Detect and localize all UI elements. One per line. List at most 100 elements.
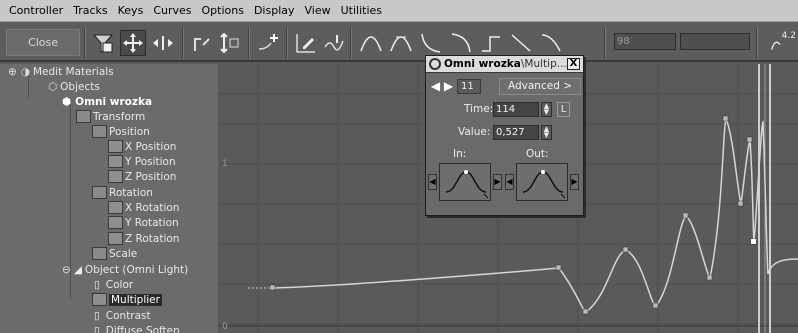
zoom-readout: 4.2 bbox=[781, 31, 796, 41]
parameter-icon: ▯ bbox=[94, 309, 100, 322]
menu-bar: Controller Tracks Keys Curves Options Di… bbox=[0, 0, 798, 22]
move-keys-icon[interactable] bbox=[120, 30, 146, 56]
menu-curves[interactable]: Curves bbox=[148, 4, 196, 17]
toolbar-divider bbox=[248, 28, 250, 58]
tree-item-z-position[interactable]: Z Position bbox=[108, 169, 176, 184]
step-tangent-icon[interactable] bbox=[478, 30, 504, 56]
out-tangent-curve-icon bbox=[522, 170, 566, 199]
tree-item-position[interactable]: Position bbox=[92, 124, 150, 139]
value-field[interactable]: 0,527 bbox=[493, 125, 539, 140]
menu-tracks[interactable]: Tracks bbox=[68, 4, 113, 17]
scale-icon bbox=[92, 247, 107, 260]
tree-item-object-omni-light[interactable]: ⊖ ◢ Object (Omni Light) bbox=[62, 262, 188, 277]
tree-item-y-rotation[interactable]: Y Rotation bbox=[108, 215, 179, 230]
tree-item-scale[interactable]: Scale bbox=[92, 246, 137, 261]
tree-item-multiplier[interactable]: Multiplier bbox=[92, 292, 162, 307]
key-number-field[interactable]: 11 bbox=[457, 79, 481, 94]
toolbar-divider bbox=[756, 28, 758, 58]
toolbar-divider bbox=[286, 28, 288, 58]
tree-item-rotation[interactable]: Rotation bbox=[92, 185, 153, 200]
time-spinner[interactable]: ▲ ▼ bbox=[541, 102, 552, 117]
toolbar: Close 98 4.2 bbox=[0, 22, 798, 62]
tree-item-x-rotation[interactable]: X Rotation bbox=[108, 200, 179, 215]
fast-tangent-icon[interactable] bbox=[418, 30, 444, 56]
scale-keys-icon[interactable] bbox=[190, 30, 216, 56]
scale-values-icon[interactable] bbox=[217, 30, 243, 56]
tree-item-y-position[interactable]: Y Position bbox=[108, 154, 176, 169]
slide-keys-icon[interactable] bbox=[150, 30, 176, 56]
light-icon: ◢ bbox=[73, 263, 82, 276]
close-icon[interactable]: X bbox=[567, 58, 580, 70]
tree-item-color[interactable]: ▯ Color bbox=[94, 277, 133, 292]
curve-track-icon bbox=[108, 216, 123, 229]
menu-options[interactable]: Options bbox=[197, 4, 249, 17]
menu-view[interactable]: View bbox=[300, 4, 336, 17]
curve-track-icon bbox=[108, 232, 123, 245]
slow-tangent-icon[interactable] bbox=[448, 30, 474, 56]
dialog-title-object: Omni wrozka bbox=[444, 58, 521, 70]
out-tangent-copy-right-arrow-icon[interactable]: ▶ bbox=[570, 174, 579, 190]
out-tangent-type-button[interactable] bbox=[516, 163, 568, 201]
curve-track-icon bbox=[108, 140, 123, 153]
menu-utilities[interactable]: Utilities bbox=[336, 4, 387, 17]
app-logo-icon bbox=[429, 58, 441, 70]
linear-tangent-icon[interactable] bbox=[508, 30, 534, 56]
curve-track-icon bbox=[108, 170, 123, 183]
previous-key-arrow-icon[interactable]: ◀ bbox=[429, 79, 442, 93]
tree-item-objects[interactable]: ⬡ Objects bbox=[48, 79, 100, 94]
toolbar-divider bbox=[350, 28, 352, 58]
toolbar-divider bbox=[182, 28, 184, 58]
curve-track-icon bbox=[92, 293, 107, 306]
next-key-arrow-icon[interactable]: ▶ bbox=[442, 79, 455, 93]
frame-field[interactable]: 98 bbox=[614, 33, 676, 50]
menu-display[interactable]: Display bbox=[249, 4, 300, 17]
tree-item-omni-wrozka[interactable]: ⬢ Omni wrozka bbox=[62, 94, 152, 109]
out-tangent-copy-left-arrow-icon[interactable]: ◀ bbox=[505, 174, 514, 190]
in-tangent-label: In: bbox=[453, 148, 467, 160]
tree-item-contrast[interactable]: ▯ Contrast bbox=[94, 308, 151, 323]
tree-item-x-position[interactable]: X Position bbox=[108, 139, 176, 154]
advanced-button[interactable]: Advanced > bbox=[499, 78, 581, 95]
tree-item-transform[interactable]: Transform bbox=[76, 109, 145, 124]
tree-item-medit-materials[interactable]: ⊕ ◑ Medit Materials bbox=[8, 64, 114, 79]
material-icon: ◑ bbox=[20, 65, 30, 78]
in-tangent-curve-icon bbox=[445, 170, 489, 199]
custom-tangent-icon[interactable] bbox=[388, 30, 414, 56]
auto-tangent-icon[interactable] bbox=[358, 30, 384, 56]
tree-item-z-rotation[interactable]: Z Rotation bbox=[108, 231, 179, 246]
lock-button[interactable]: L bbox=[557, 102, 570, 117]
rotation-icon bbox=[92, 186, 107, 199]
parameter-icon: ▯ bbox=[94, 324, 100, 333]
toolbar-divider bbox=[604, 28, 606, 58]
y-axis-label-0: 0 bbox=[222, 322, 228, 332]
time-field[interactable]: 114 bbox=[493, 102, 539, 117]
transform-icon bbox=[76, 110, 91, 123]
smooth-tangent-icon[interactable] bbox=[538, 30, 564, 56]
value-spinner[interactable]: ▲ ▼ bbox=[541, 125, 552, 140]
value-field[interactable] bbox=[680, 33, 750, 50]
close-button[interactable]: Close bbox=[6, 29, 80, 56]
reduce-keys-icon[interactable] bbox=[321, 30, 347, 56]
dialog-titlebar[interactable]: Omni wrozka \Multip... X bbox=[426, 56, 583, 73]
value-label: Value: bbox=[458, 126, 491, 138]
filter-icon[interactable] bbox=[90, 30, 116, 56]
zoom-region-icon[interactable]: 4.2 bbox=[764, 30, 796, 56]
track-tree: ⊕ ◑ Medit Materials ⬡ Objects ⬢ Omni wro… bbox=[0, 64, 218, 333]
out-tangent-label: Out: bbox=[526, 148, 549, 160]
curve-track-icon bbox=[108, 201, 123, 214]
objects-icon: ⬡ bbox=[48, 80, 58, 93]
draw-curves-icon[interactable] bbox=[293, 30, 319, 56]
time-label: Time: bbox=[464, 103, 494, 115]
menu-controller[interactable]: Controller bbox=[4, 4, 68, 17]
add-keys-icon[interactable] bbox=[256, 30, 282, 56]
tree-item-diffuse-soften[interactable]: ▯ Diffuse Soften bbox=[94, 323, 180, 333]
in-tangent-copy-right-arrow-icon[interactable]: ▶ bbox=[493, 174, 502, 190]
y-axis-label-1: 1 bbox=[222, 159, 228, 169]
parameter-icon: ▯ bbox=[94, 278, 100, 291]
menu-keys[interactable]: Keys bbox=[113, 4, 149, 17]
in-tangent-copy-left-arrow-icon[interactable]: ◀ bbox=[428, 174, 437, 190]
dialog-title-track: \Multip... bbox=[520, 58, 567, 70]
expand-icon[interactable]: ⊕ bbox=[8, 66, 17, 78]
collapse-icon[interactable]: ⊖ bbox=[62, 264, 71, 276]
in-tangent-type-button[interactable] bbox=[439, 163, 491, 201]
